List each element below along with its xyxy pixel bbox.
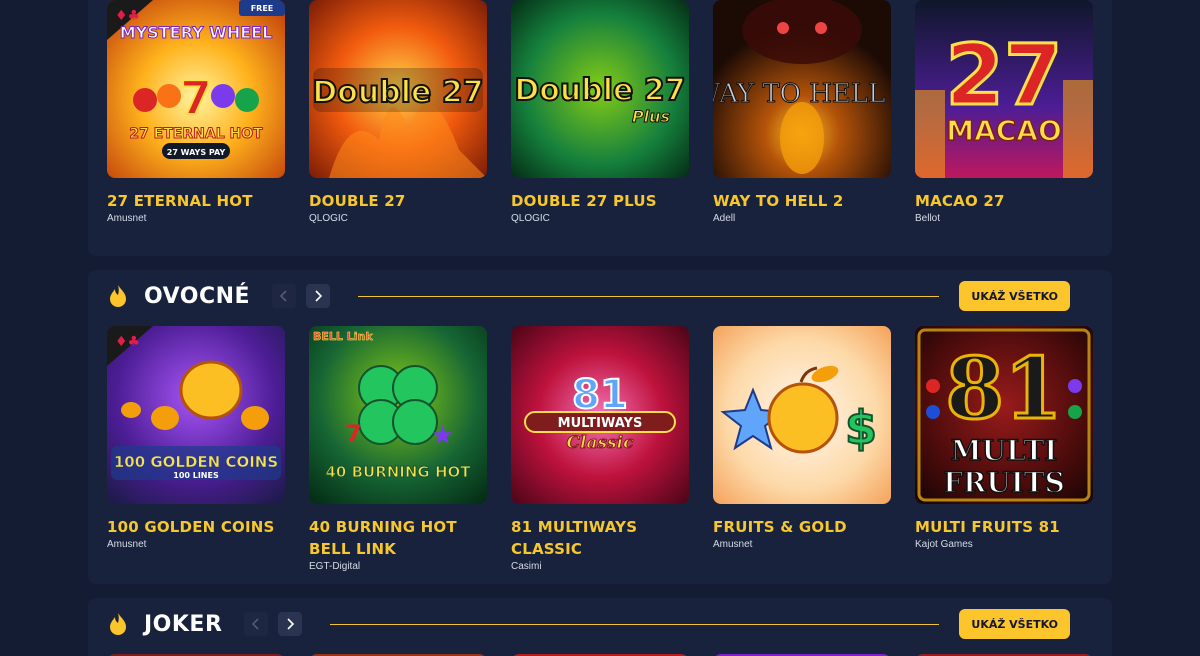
flame-icon (110, 613, 126, 635)
next-button[interactable] (278, 612, 303, 636)
svg-text:7: 7 (345, 420, 362, 448)
game-title[interactable]: DOUBLE 27 PLUS (511, 190, 689, 212)
art-sub-text: 27 ETERNAL HOT (129, 126, 263, 142)
games-section-top: ♦♣ FREE MYSTERY WHEEL 7 27 ETERNAL HOT 2… (88, 0, 1112, 256)
game-provider: EGT-Digital (309, 561, 361, 572)
game-thumbnail[interactable]: ♦♣ FREE MYSTERY WHEEL 7 27 ETERNAL HOT 2… (107, 0, 285, 178)
svg-text:7: 7 (180, 71, 212, 125)
section-header: OVOCNÉ UKÁŽ VŠETKO (108, 281, 1070, 311)
game-thumbnail[interactable]: 27 MACAO (915, 0, 1093, 178)
game-provider: Casimi (511, 561, 542, 572)
game-tile[interactable]: Double 27 DOUBLE 27 QLOGIC (309, 0, 487, 224)
chevron-right-icon (287, 618, 295, 630)
art-logo-text: 81 (946, 339, 1063, 438)
game-tile[interactable]: BELL Link 7 ★ 40 BURNING HOT 40 BURNING … (309, 326, 487, 572)
svg-text:♦♣: ♦♣ (115, 334, 140, 350)
game-art: 81 MULTIWAYS Classic (511, 326, 689, 504)
game-provider: QLOGIC (309, 213, 348, 224)
game-art: ♦♣ 100 GOLDEN COINS 100 LINES (107, 326, 285, 504)
game-art: BELL Link 7 ★ 40 BURNING HOT (309, 326, 487, 504)
art-logo-text: 100 GOLDEN COINS (114, 453, 278, 471)
game-provider: QLOGIC (511, 213, 550, 224)
game-tile[interactable]: ♦♣ 100 GOLDEN COINS 100 LINES 100 GOLDEN… (107, 326, 285, 572)
game-title[interactable]: FRUITS & GOLD (713, 516, 891, 538)
game-art: 27 MACAO (915, 0, 1093, 178)
section-title: OVOCNÉ (144, 283, 251, 309)
show-all-button[interactable]: UKÁŽ VŠETKO (959, 281, 1070, 311)
game-provider: Kajot Games (915, 539, 973, 550)
game-thumbnail[interactable]: 81 MULTIWAYS Classic (511, 326, 689, 504)
games-row-fruit: ♦♣ 100 GOLDEN COINS 100 LINES 100 GOLDEN… (107, 326, 1093, 572)
game-tile[interactable]: 27 MACAO MACAO 27 Bellot (915, 0, 1093, 224)
art-badge-text: 27 WAYS PAY (167, 148, 226, 157)
game-art: 81 MULTI FRUITS (915, 326, 1093, 504)
game-tile[interactable]: ♦♣ FREE MYSTERY WHEEL 7 27 ETERNAL HOT 2… (107, 0, 285, 224)
art-sub-text: MULTI (951, 434, 1058, 467)
games-section-fruit: OVOCNÉ UKÁŽ VŠETKO ♦♣ 100 GOLDEN COINS 1… (88, 270, 1112, 584)
game-art: WAY TO HELL 2 (713, 0, 891, 178)
game-title[interactable]: 27 ETERNAL HOT (107, 190, 285, 212)
chevron-left-icon (252, 618, 259, 630)
art-corner-text: FREE (251, 4, 274, 13)
section-title: JOKER (144, 611, 223, 637)
svg-text:♦♣: ♦♣ (115, 8, 140, 24)
games-row-top: ♦♣ FREE MYSTERY WHEEL 7 27 ETERNAL HOT 2… (107, 0, 1093, 224)
chevron-right-icon (315, 290, 323, 302)
game-thumbnail[interactable]: 81 MULTI FRUITS (915, 326, 1093, 504)
game-art: Double 27 (309, 0, 487, 178)
section-divider (330, 623, 940, 625)
art-sub-text: MULTIWAYS (558, 416, 643, 431)
game-art: Double 27 Plus (511, 0, 689, 178)
game-provider: Amusnet (107, 213, 147, 224)
game-thumbnail[interactable]: WAY TO HELL 2 (713, 0, 891, 178)
art-logo-text: 40 BURNING HOT (325, 463, 471, 481)
art-logo-text: 27 (946, 26, 1063, 124)
game-art: $ (713, 326, 891, 504)
art-logo-text: Double 27 (514, 73, 685, 108)
art-sub2-text: FRUITS (943, 466, 1065, 499)
art-sub2-text: Classic (567, 433, 635, 453)
game-title[interactable]: 40 BURNING HOT BELL LINK (309, 516, 487, 560)
art-sub-text: MACAO (946, 114, 1062, 147)
game-art: ♦♣ FREE MYSTERY WHEEL 7 27 ETERNAL HOT 2… (107, 0, 285, 178)
game-tile[interactable]: 81 MULTIWAYS Classic 81 MULTIWAYS CLASSI… (511, 326, 689, 572)
game-thumbnail[interactable]: Double 27 (309, 0, 487, 178)
art-corner-text: BELL Link (313, 330, 373, 343)
show-all-button[interactable]: UKÁŽ VŠETKO (959, 609, 1070, 639)
svg-text:★: ★ (431, 421, 454, 451)
section-divider (358, 295, 940, 297)
game-thumbnail[interactable]: $ (713, 326, 891, 504)
chevron-left-icon (279, 290, 287, 302)
svg-text:$: $ (845, 401, 877, 455)
art-logo-text: MYSTERY WHEEL (120, 23, 273, 42)
game-thumbnail[interactable]: ♦♣ 100 GOLDEN COINS 100 LINES (107, 326, 285, 504)
game-title[interactable]: 100 GOLDEN COINS (107, 516, 285, 538)
prev-button[interactable] (244, 612, 269, 636)
game-thumbnail[interactable]: BELL Link 7 ★ 40 BURNING HOT (309, 326, 487, 504)
games-section-joker: JOKER UKÁŽ VŠETKO (88, 598, 1112, 656)
game-provider: Amusnet (107, 539, 147, 550)
prev-button[interactable] (272, 284, 297, 308)
art-logo-text: WAY TO HELL 2 (713, 79, 891, 109)
game-tile[interactable]: 81 MULTI FRUITS MULTI FRUITS 81 Kajot Ga… (915, 326, 1093, 572)
game-title[interactable]: 81 MULTIWAYS CLASSIC (511, 516, 689, 560)
game-tile[interactable]: WAY TO HELL 2 WAY TO HELL 2 Adell (713, 0, 891, 224)
art-logo-text: Double 27 (312, 75, 483, 110)
game-title[interactable]: MULTI FRUITS 81 (915, 516, 1093, 538)
next-button[interactable] (306, 284, 331, 308)
art-sub-text: Plus (632, 107, 670, 126)
game-thumbnail[interactable]: Double 27 Plus (511, 0, 689, 178)
game-provider: Amusnet (713, 539, 753, 550)
game-tile[interactable]: Double 27 Plus DOUBLE 27 PLUS QLOGIC (511, 0, 689, 224)
game-title[interactable]: DOUBLE 27 (309, 190, 487, 212)
flame-icon (110, 285, 126, 307)
game-title[interactable]: MACAO 27 (915, 190, 1093, 212)
art-sub-text: 100 LINES (173, 471, 219, 480)
section-header: JOKER UKÁŽ VŠETKO (108, 609, 1070, 639)
game-provider: Adell (713, 213, 736, 224)
game-provider: Bellot (915, 213, 941, 224)
game-tile[interactable]: $ FRUITS & GOLD Amusnet (713, 326, 891, 572)
game-title[interactable]: WAY TO HELL 2 (713, 190, 891, 212)
